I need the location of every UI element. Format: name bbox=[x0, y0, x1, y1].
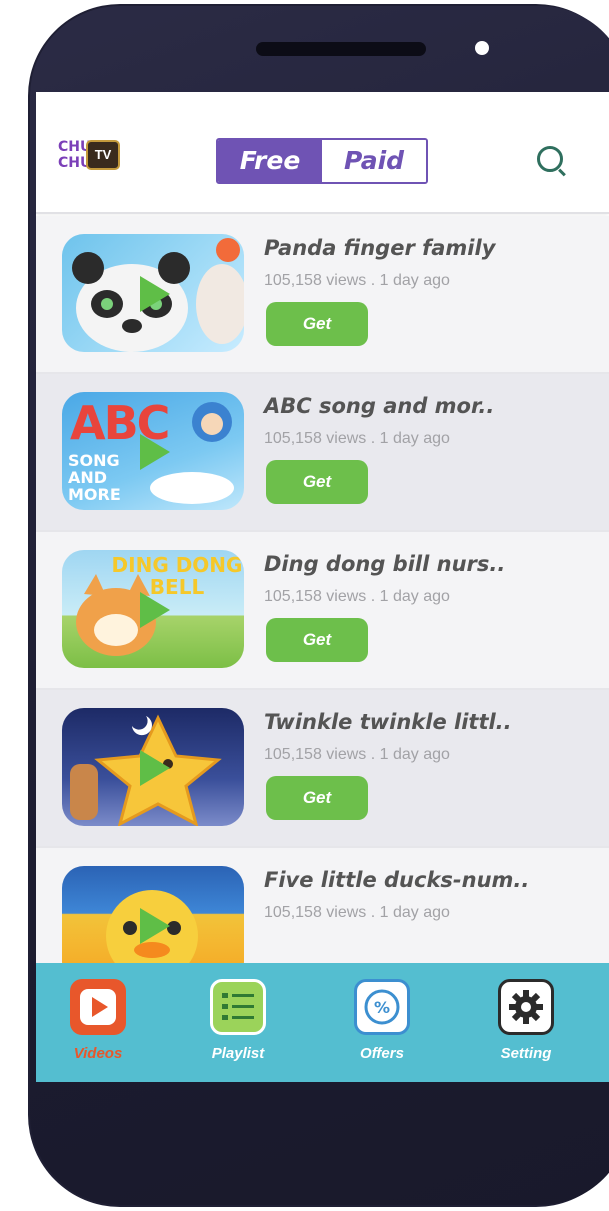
video-title: Ding dong bill nurs.. bbox=[264, 552, 506, 576]
logo-tv: TV bbox=[86, 140, 120, 170]
play-glyph bbox=[80, 989, 116, 1025]
search-icon[interactable] bbox=[537, 146, 563, 172]
video-row[interactable]: ABC SONG AND MORE ABC song and mor.. 105… bbox=[36, 374, 609, 532]
nav-videos[interactable]: Videos bbox=[56, 979, 140, 1079]
play-icon bbox=[140, 908, 170, 944]
get-button[interactable]: Get bbox=[266, 776, 368, 820]
nav-offers[interactable]: % Offers bbox=[340, 979, 424, 1079]
play-icon bbox=[140, 276, 170, 312]
video-row[interactable]: DING DONG BELL Ding dong bill nurs.. 105… bbox=[36, 532, 609, 690]
free-paid-toggle: Free Paid bbox=[216, 138, 428, 184]
video-meta: 105,158 views . 1 day ago bbox=[264, 430, 450, 447]
video-title: ABC song and mor.. bbox=[264, 394, 495, 418]
video-meta: 105,158 views . 1 day ago bbox=[264, 746, 450, 763]
phone-speaker bbox=[256, 42, 426, 56]
nav-label: Setting bbox=[500, 1045, 552, 1062]
get-button[interactable]: Get bbox=[266, 618, 368, 662]
video-meta: 105,158 views . 1 day ago bbox=[264, 272, 450, 289]
app-screen: CHU CHU TV Free Paid Panda finger family… bbox=[36, 92, 609, 1082]
nav-label: Videos bbox=[73, 1045, 123, 1062]
video-row[interactable]: Twinkle twinkle littl.. 105,158 views . … bbox=[36, 690, 609, 848]
phone-camera bbox=[475, 41, 489, 55]
video-meta: 105,158 views . 1 day ago bbox=[264, 588, 450, 605]
get-button[interactable]: Get bbox=[266, 460, 368, 504]
app-logo[interactable]: CHU CHU TV bbox=[58, 140, 158, 184]
video-title: Twinkle twinkle littl.. bbox=[264, 710, 512, 734]
nav-setting[interactable]: Setting bbox=[484, 979, 568, 1079]
app-header: CHU CHU TV Free Paid bbox=[36, 92, 609, 214]
toggle-paid[interactable]: Paid bbox=[322, 140, 426, 182]
get-button[interactable]: Get bbox=[266, 302, 368, 346]
play-icon bbox=[140, 434, 170, 470]
nav-label: Playlist bbox=[211, 1045, 265, 1062]
gear-glyph bbox=[509, 990, 543, 1024]
video-row[interactable]: Panda finger family 105,158 views . 1 da… bbox=[36, 216, 609, 374]
video-thumbnail[interactable] bbox=[62, 708, 244, 826]
nav-label: Offers bbox=[360, 1045, 404, 1062]
playlist-glyph bbox=[222, 993, 254, 1020]
video-meta: 105,158 views . 1 day ago bbox=[264, 904, 450, 921]
video-title: Five little ducks-num.. bbox=[264, 868, 530, 892]
play-icon bbox=[70, 979, 126, 1035]
playlist-icon bbox=[210, 979, 266, 1035]
video-list: Panda finger family 105,158 views . 1 da… bbox=[36, 216, 609, 1006]
offers-glyph: % bbox=[364, 989, 400, 1025]
svg-text:%: % bbox=[374, 998, 390, 1017]
nav-playlist[interactable]: Playlist bbox=[196, 979, 280, 1079]
gear-icon bbox=[498, 979, 554, 1035]
video-thumbnail[interactable] bbox=[62, 234, 244, 352]
play-icon bbox=[140, 592, 170, 628]
video-thumbnail[interactable]: ABC SONG AND MORE bbox=[62, 392, 244, 510]
play-icon bbox=[140, 750, 170, 786]
bottom-nav: Videos Playlist % Offers Setting bbox=[36, 963, 609, 1082]
video-thumbnail[interactable]: DING DONG BELL bbox=[62, 550, 244, 668]
toggle-free[interactable]: Free bbox=[218, 140, 322, 182]
offers-icon: % bbox=[354, 979, 410, 1035]
video-title: Panda finger family bbox=[264, 236, 496, 260]
